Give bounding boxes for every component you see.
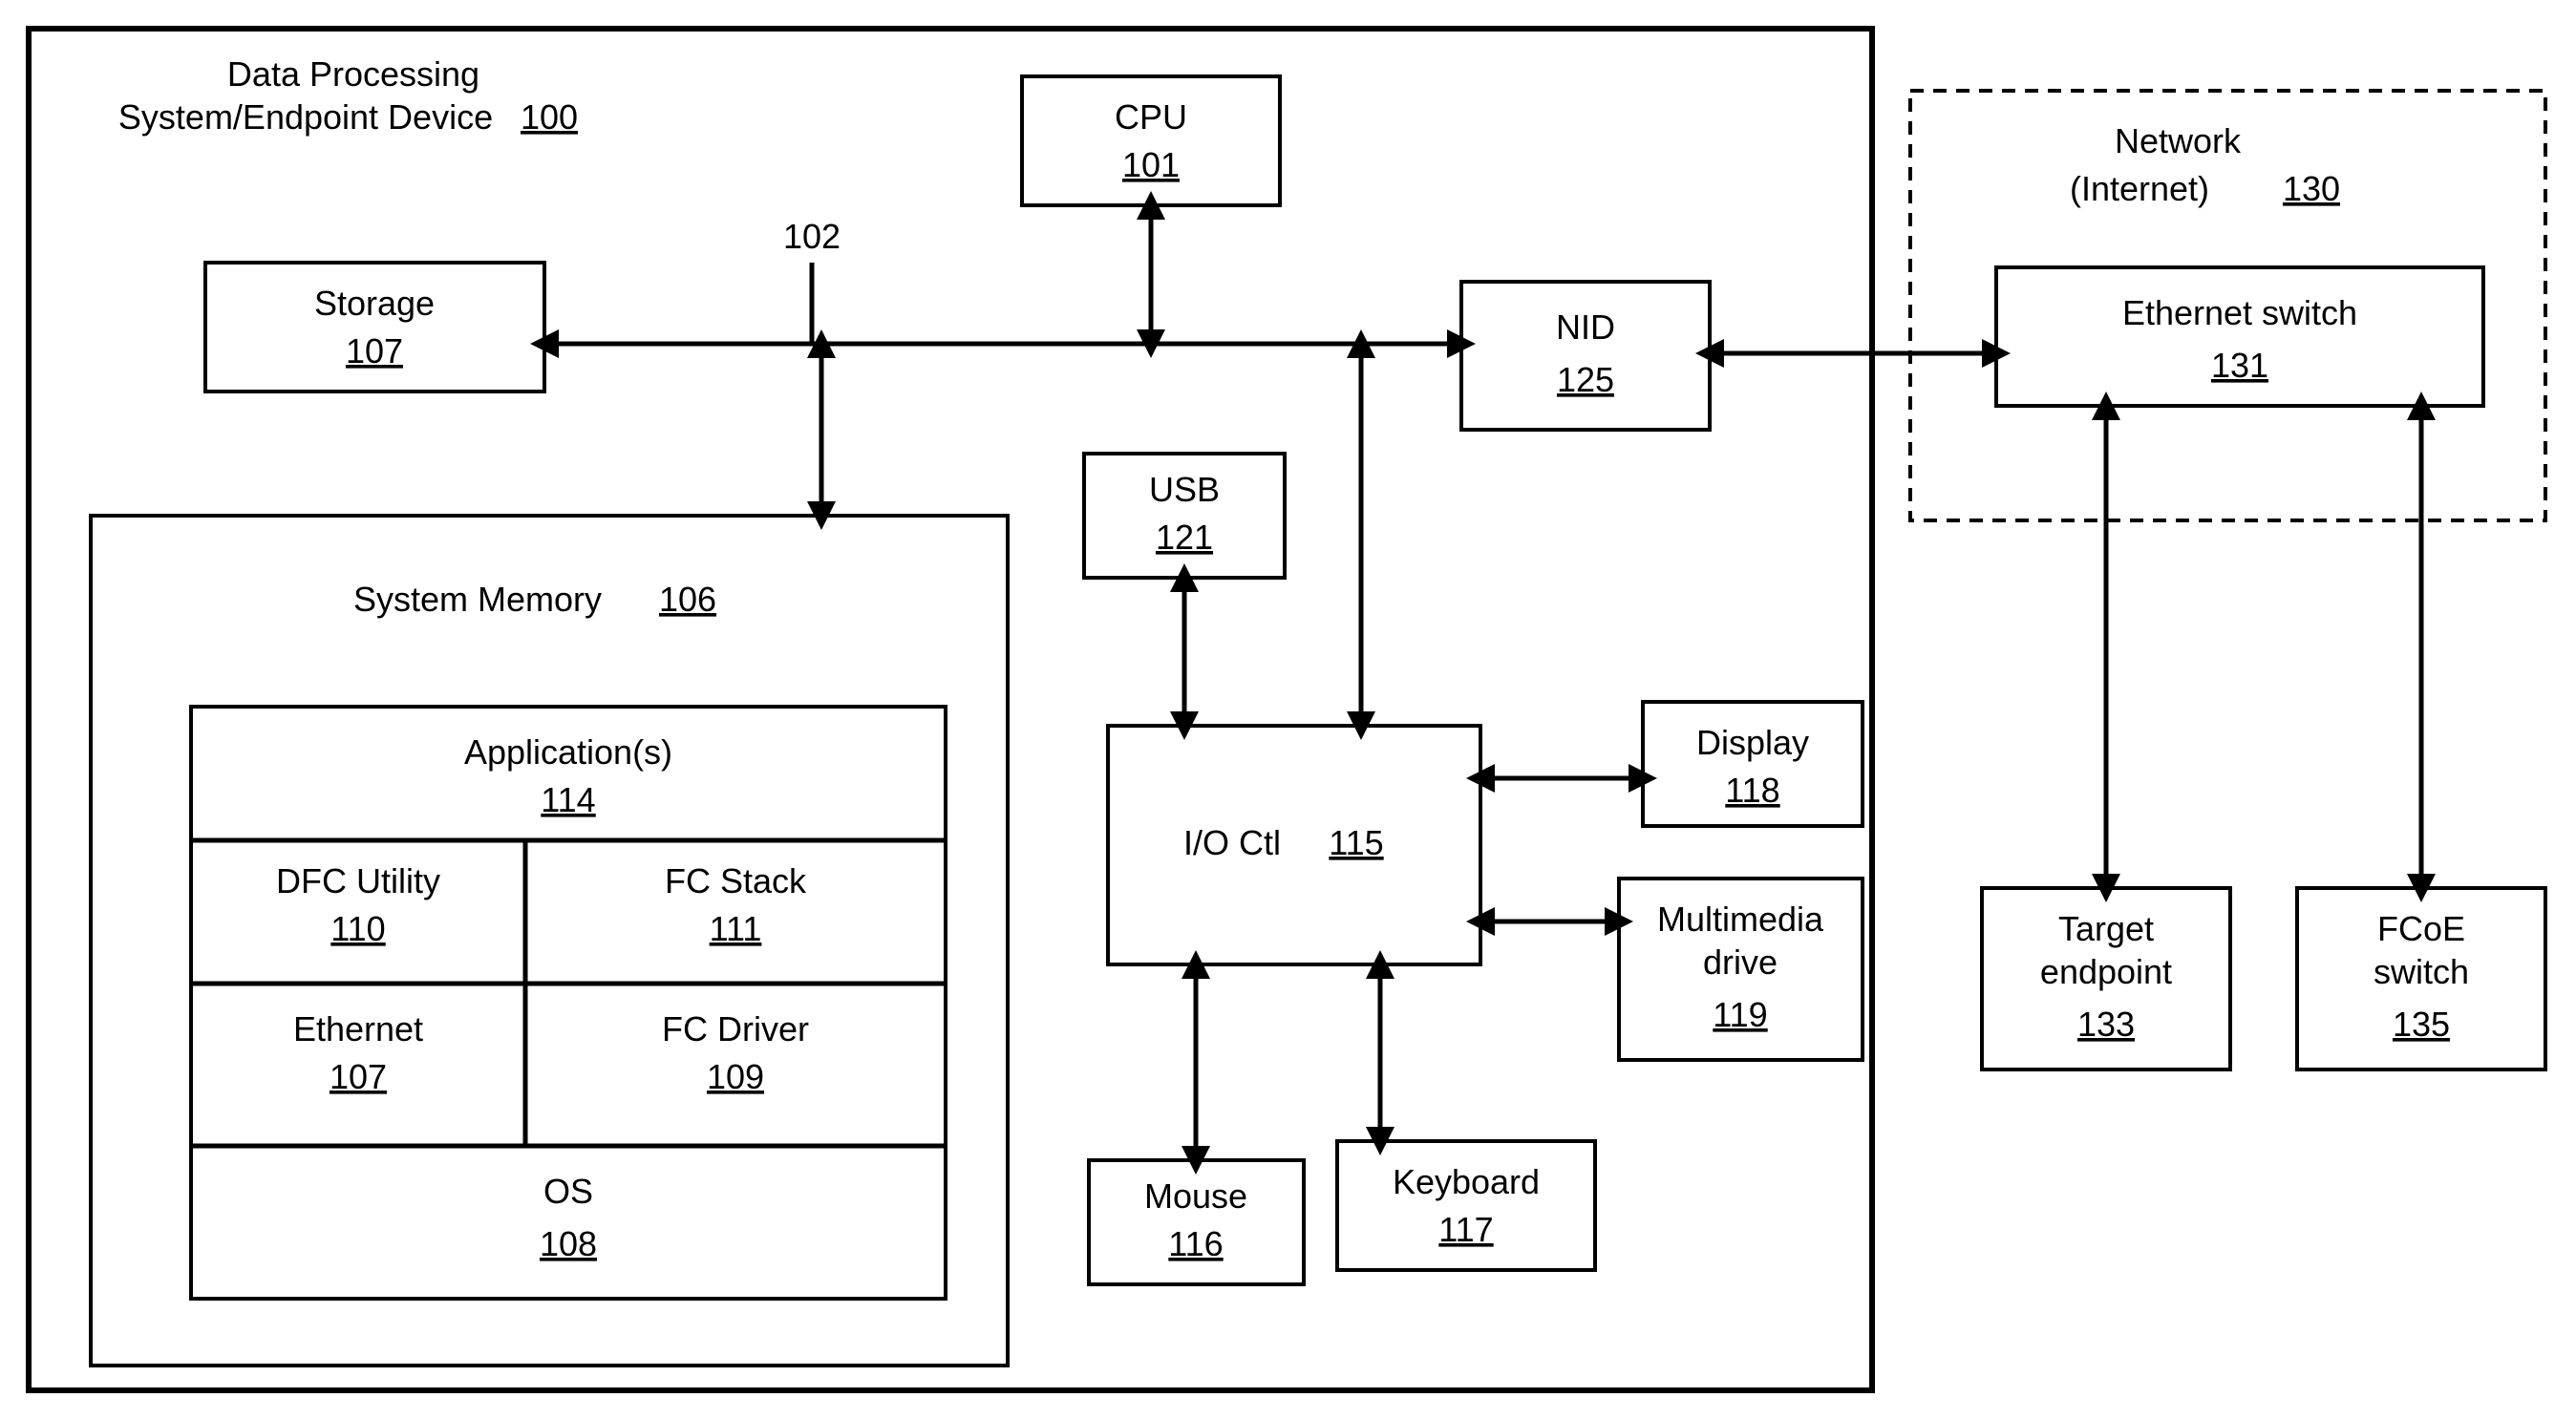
fcoe-label1: FCoE xyxy=(2377,909,2465,948)
os-ref: 108 xyxy=(540,1224,597,1263)
os-label: OS xyxy=(543,1172,593,1211)
net-label: Network xyxy=(2115,121,2242,160)
fcdrv-ref: 109 xyxy=(707,1057,764,1096)
mouse-ref: 116 xyxy=(1168,1224,1223,1263)
nid-label: NID xyxy=(1556,307,1615,347)
display-ref: 118 xyxy=(1725,771,1779,810)
mm-ref: 119 xyxy=(1713,995,1767,1034)
bus-ref: 102 xyxy=(783,217,841,256)
usb-ref: 121 xyxy=(1156,518,1213,557)
dfc-label: DFC Utility xyxy=(276,861,440,900)
esw-box xyxy=(1996,267,2483,406)
esw-ref: 131 xyxy=(2211,346,2268,385)
fcoe-ref: 135 xyxy=(2393,1005,2450,1044)
net-ref: 130 xyxy=(2283,169,2340,208)
mouse-label: Mouse xyxy=(1144,1176,1247,1216)
ioctl-label: I/O Ctl xyxy=(1183,823,1281,862)
storage-box xyxy=(205,263,544,392)
eth-label: Ethernet xyxy=(293,1009,423,1048)
dfc-ref: 110 xyxy=(330,909,385,948)
display-label: Display xyxy=(1696,723,1809,762)
cpu-box xyxy=(1022,76,1280,205)
mm-label2: drive xyxy=(1703,942,1778,982)
mm-label1: Multimedia xyxy=(1657,900,1824,939)
usb-label: USB xyxy=(1149,470,1220,509)
apps-label: Application(s) xyxy=(464,732,672,772)
fcdrv-label: FC Driver xyxy=(662,1009,809,1048)
kbd-label: Keyboard xyxy=(1393,1162,1540,1201)
net-sublabel: (Internet) xyxy=(2070,169,2209,208)
nid-box xyxy=(1461,282,1710,430)
device-subtitle: System/Endpoint Device xyxy=(118,97,493,137)
kbd-ref: 117 xyxy=(1438,1210,1493,1249)
device-title: Data Processing xyxy=(227,54,479,94)
cpu-label: CPU xyxy=(1115,97,1187,137)
tgt-label1: Target xyxy=(2058,909,2154,948)
device-ref: 100 xyxy=(521,97,578,137)
storage-label: Storage xyxy=(314,284,435,323)
ioctl-ref: 115 xyxy=(1329,823,1383,862)
fcstack-label: FC Stack xyxy=(665,861,807,900)
tgt-label2: endpoint xyxy=(2040,952,2172,991)
storage-ref: 107 xyxy=(346,331,403,371)
apps-ref: 114 xyxy=(541,780,595,819)
nid-ref: 125 xyxy=(1557,360,1614,399)
ioctl-box xyxy=(1108,726,1480,964)
esw-label: Ethernet switch xyxy=(2122,293,2357,332)
sysmem-label: System Memory xyxy=(353,580,602,619)
cpu-ref: 101 xyxy=(1122,145,1180,184)
fcstack-ref: 111 xyxy=(710,909,762,948)
eth-ref: 107 xyxy=(330,1057,387,1096)
tgt-ref: 133 xyxy=(2077,1005,2135,1044)
kbd-box xyxy=(1337,1141,1595,1270)
fcoe-label2: switch xyxy=(2374,952,2469,991)
sysmem-ref: 106 xyxy=(659,580,716,619)
